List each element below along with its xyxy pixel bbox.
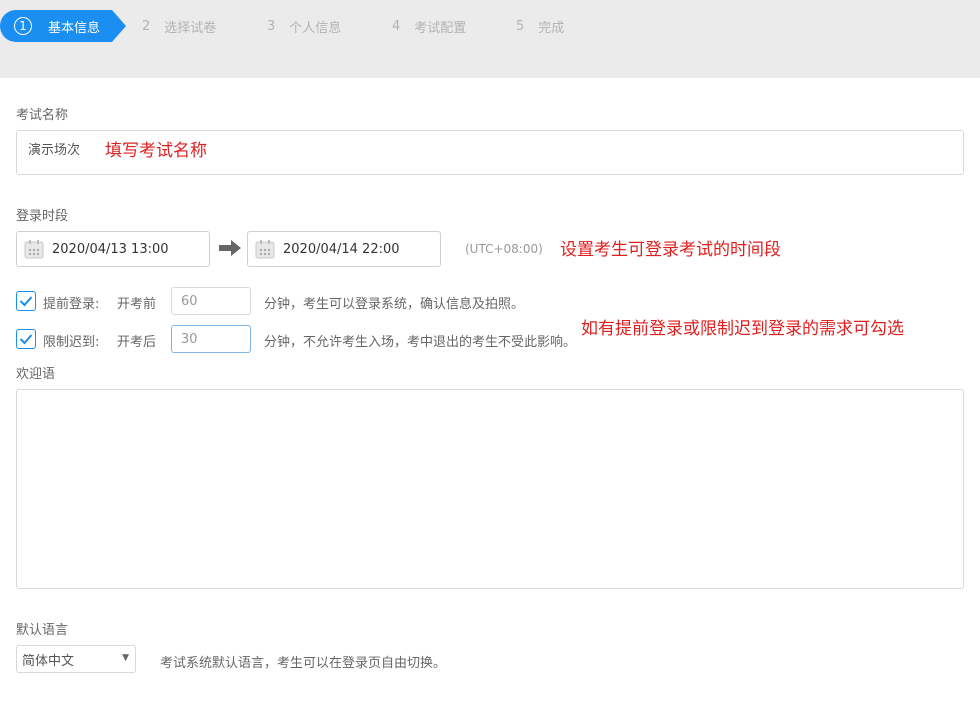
- late-limit-label: 限制迟到:: [43, 335, 100, 350]
- late-limit-suffix: 分钟，不允许考生入场，考中退出的考生不受此影响。: [264, 335, 577, 350]
- calendar-icon: [24, 240, 44, 259]
- checkmark-icon: [19, 334, 33, 345]
- login-period-annotation: 设置考生可登录考试的时间段: [560, 240, 781, 260]
- step-number: 1: [14, 17, 32, 35]
- start-datetime-value: 2020/04/13 13:00: [52, 241, 169, 257]
- start-datetime-input[interactable]: 2020/04/13 13:00: [16, 231, 210, 267]
- early-login-checkbox[interactable]: [16, 291, 36, 311]
- step-number: 5: [516, 18, 525, 34]
- step-number: 4: [392, 18, 401, 34]
- language-hint: 考试系统默认语言，考生可以在登录页自由切换。: [160, 656, 447, 671]
- exam-name-annotation: 填写考试名称: [105, 141, 207, 161]
- arrow-right-icon: [219, 240, 241, 256]
- default-language-label: 默认语言: [16, 623, 69, 638]
- step-label: 完成: [538, 20, 565, 36]
- language-select-value: 简体中文: [22, 653, 75, 669]
- step-number: 2: [142, 18, 151, 34]
- early-login-minutes-value: 60: [181, 293, 198, 309]
- step-1[interactable]: 1 基本信息: [0, 10, 126, 42]
- exam-name-label: 考试名称: [16, 108, 69, 123]
- language-select[interactable]: 简体中文 ▼: [16, 645, 136, 673]
- calendar-icon: [255, 240, 275, 259]
- step-number: 3: [267, 18, 276, 34]
- early-login-minutes-input[interactable]: 60: [171, 287, 251, 315]
- late-limit-minutes-input[interactable]: 30: [171, 325, 251, 353]
- late-limit-minutes-value: 30: [181, 331, 198, 347]
- end-datetime-input[interactable]: 2020/04/14 22:00: [247, 231, 441, 267]
- step-label: 基本信息: [48, 20, 101, 36]
- step-2[interactable]: 2 选择试卷: [142, 10, 216, 42]
- step-5[interactable]: 5 完成: [516, 10, 564, 42]
- timezone-label: (UTC+08:00): [465, 242, 543, 256]
- step-4[interactable]: 4 考试配置: [392, 10, 466, 42]
- caret-down-icon: ▼: [122, 653, 129, 663]
- late-limit-prefix: 开考后: [117, 335, 157, 350]
- checkmark-icon: [19, 296, 33, 307]
- late-limit-checkbox[interactable]: [16, 329, 36, 349]
- early-login-suffix: 分钟，考生可以登录系统，确认信息及拍照。: [264, 297, 525, 312]
- stepper: 1 基本信息 2 选择试卷 3 个人信息 4 考试配置 5 完成: [0, 0, 980, 78]
- welcome-textarea[interactable]: [16, 389, 964, 589]
- restriction-annotation: 如有提前登录或限制迟到登录的需求可勾选: [581, 319, 904, 339]
- early-login-prefix: 开考前: [117, 297, 157, 312]
- step-label: 选择试卷: [164, 20, 217, 36]
- step-label: 考试配置: [414, 20, 467, 36]
- step-label: 个人信息: [289, 20, 342, 36]
- exam-name-value: 演示场次: [28, 143, 81, 158]
- login-period-label: 登录时段: [16, 209, 69, 224]
- welcome-label: 欢迎语: [16, 367, 56, 382]
- end-datetime-value: 2020/04/14 22:00: [283, 241, 400, 257]
- early-login-label: 提前登录:: [43, 297, 100, 312]
- step-3[interactable]: 3 个人信息: [267, 10, 341, 42]
